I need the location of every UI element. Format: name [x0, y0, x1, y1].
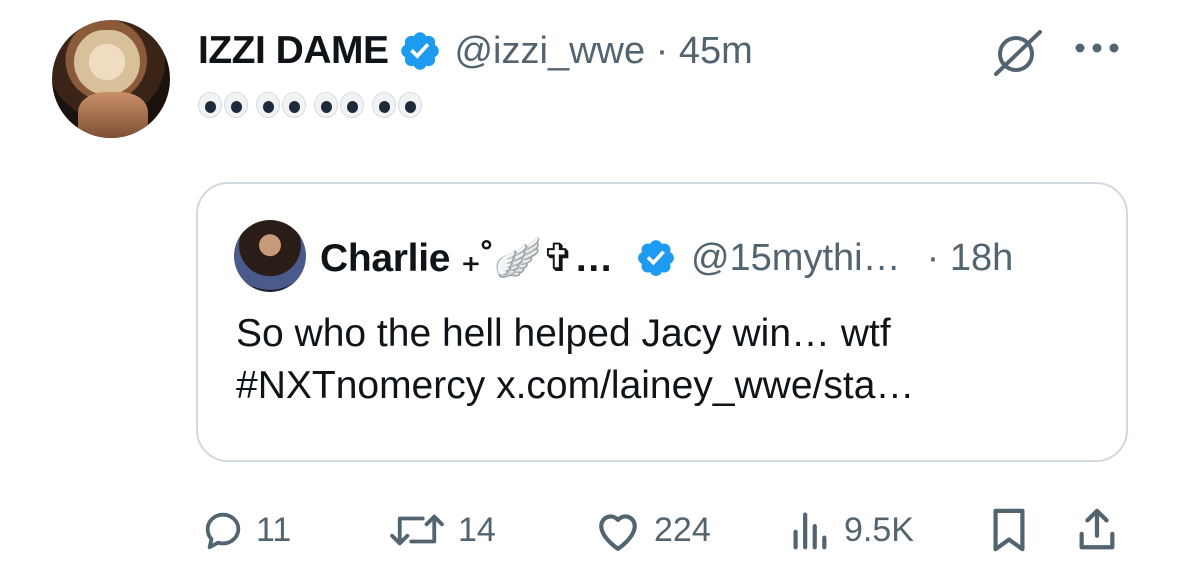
eyes-emoji	[372, 92, 422, 118]
quote-header: Charlie ₊˚🪽✞… @15mythi… · 18h	[320, 234, 1013, 282]
repost-button[interactable]: 14	[386, 500, 496, 560]
views-button[interactable]: 9.5K	[784, 500, 914, 560]
views-count: 9.5K	[844, 510, 914, 549]
tweet-action-bar: 11 14 224 9.5K	[0, 500, 1179, 560]
more-icon[interactable]	[1070, 38, 1124, 58]
author-handle-time[interactable]: @izzi_wwe · 45m	[454, 30, 752, 73]
reply-count: 11	[256, 510, 292, 549]
avatar-body-shape	[78, 92, 148, 138]
share-button[interactable]	[1074, 500, 1120, 560]
quote-author-avatar	[234, 220, 306, 292]
quote-timestamp: · 18h	[926, 236, 1014, 279]
tweet-header: IZZI DAME @izzi_wwe · 45m	[198, 26, 753, 76]
reply-icon	[205, 512, 241, 550]
eyes-emoji	[256, 92, 306, 118]
tweet-body-emojis	[198, 92, 422, 118]
author-name[interactable]: IZZI DAME	[198, 29, 389, 73]
like-icon	[599, 514, 637, 551]
grok-icon[interactable]	[988, 28, 1046, 78]
bookmark-icon	[993, 508, 1025, 552]
quoted-tweet-card[interactable]: Charlie ₊˚🪽✞… @15mythi… · 18h So who the…	[196, 182, 1128, 462]
quote-text-line: So who the hell helped Jacy win… wtf	[236, 312, 891, 355]
eyes-emoji	[314, 92, 364, 118]
author-avatar[interactable]	[52, 20, 170, 138]
quote-author-handle: @15mythi…	[690, 236, 901, 279]
verified-badge-icon	[401, 32, 440, 70]
quote-body-text: So who the hell helped Jacy win… wtf #NX…	[236, 308, 1096, 412]
quote-text-line: #NXTnomercy x.com/lainey_wwe/sta…	[236, 364, 915, 407]
share-icon	[1079, 508, 1115, 550]
verified-badge-icon	[638, 240, 674, 276]
eyes-emoji	[198, 92, 248, 118]
reply-button[interactable]: 11	[200, 500, 291, 560]
quote-author-name: Charlie ₊˚🪽✞…	[320, 237, 613, 280]
bookmark-button[interactable]	[986, 500, 1032, 560]
views-icon	[793, 512, 827, 550]
like-count: 224	[654, 510, 711, 549]
repost-count: 14	[458, 510, 496, 549]
repost-icon	[390, 514, 444, 546]
like-button[interactable]: 224	[592, 500, 711, 560]
